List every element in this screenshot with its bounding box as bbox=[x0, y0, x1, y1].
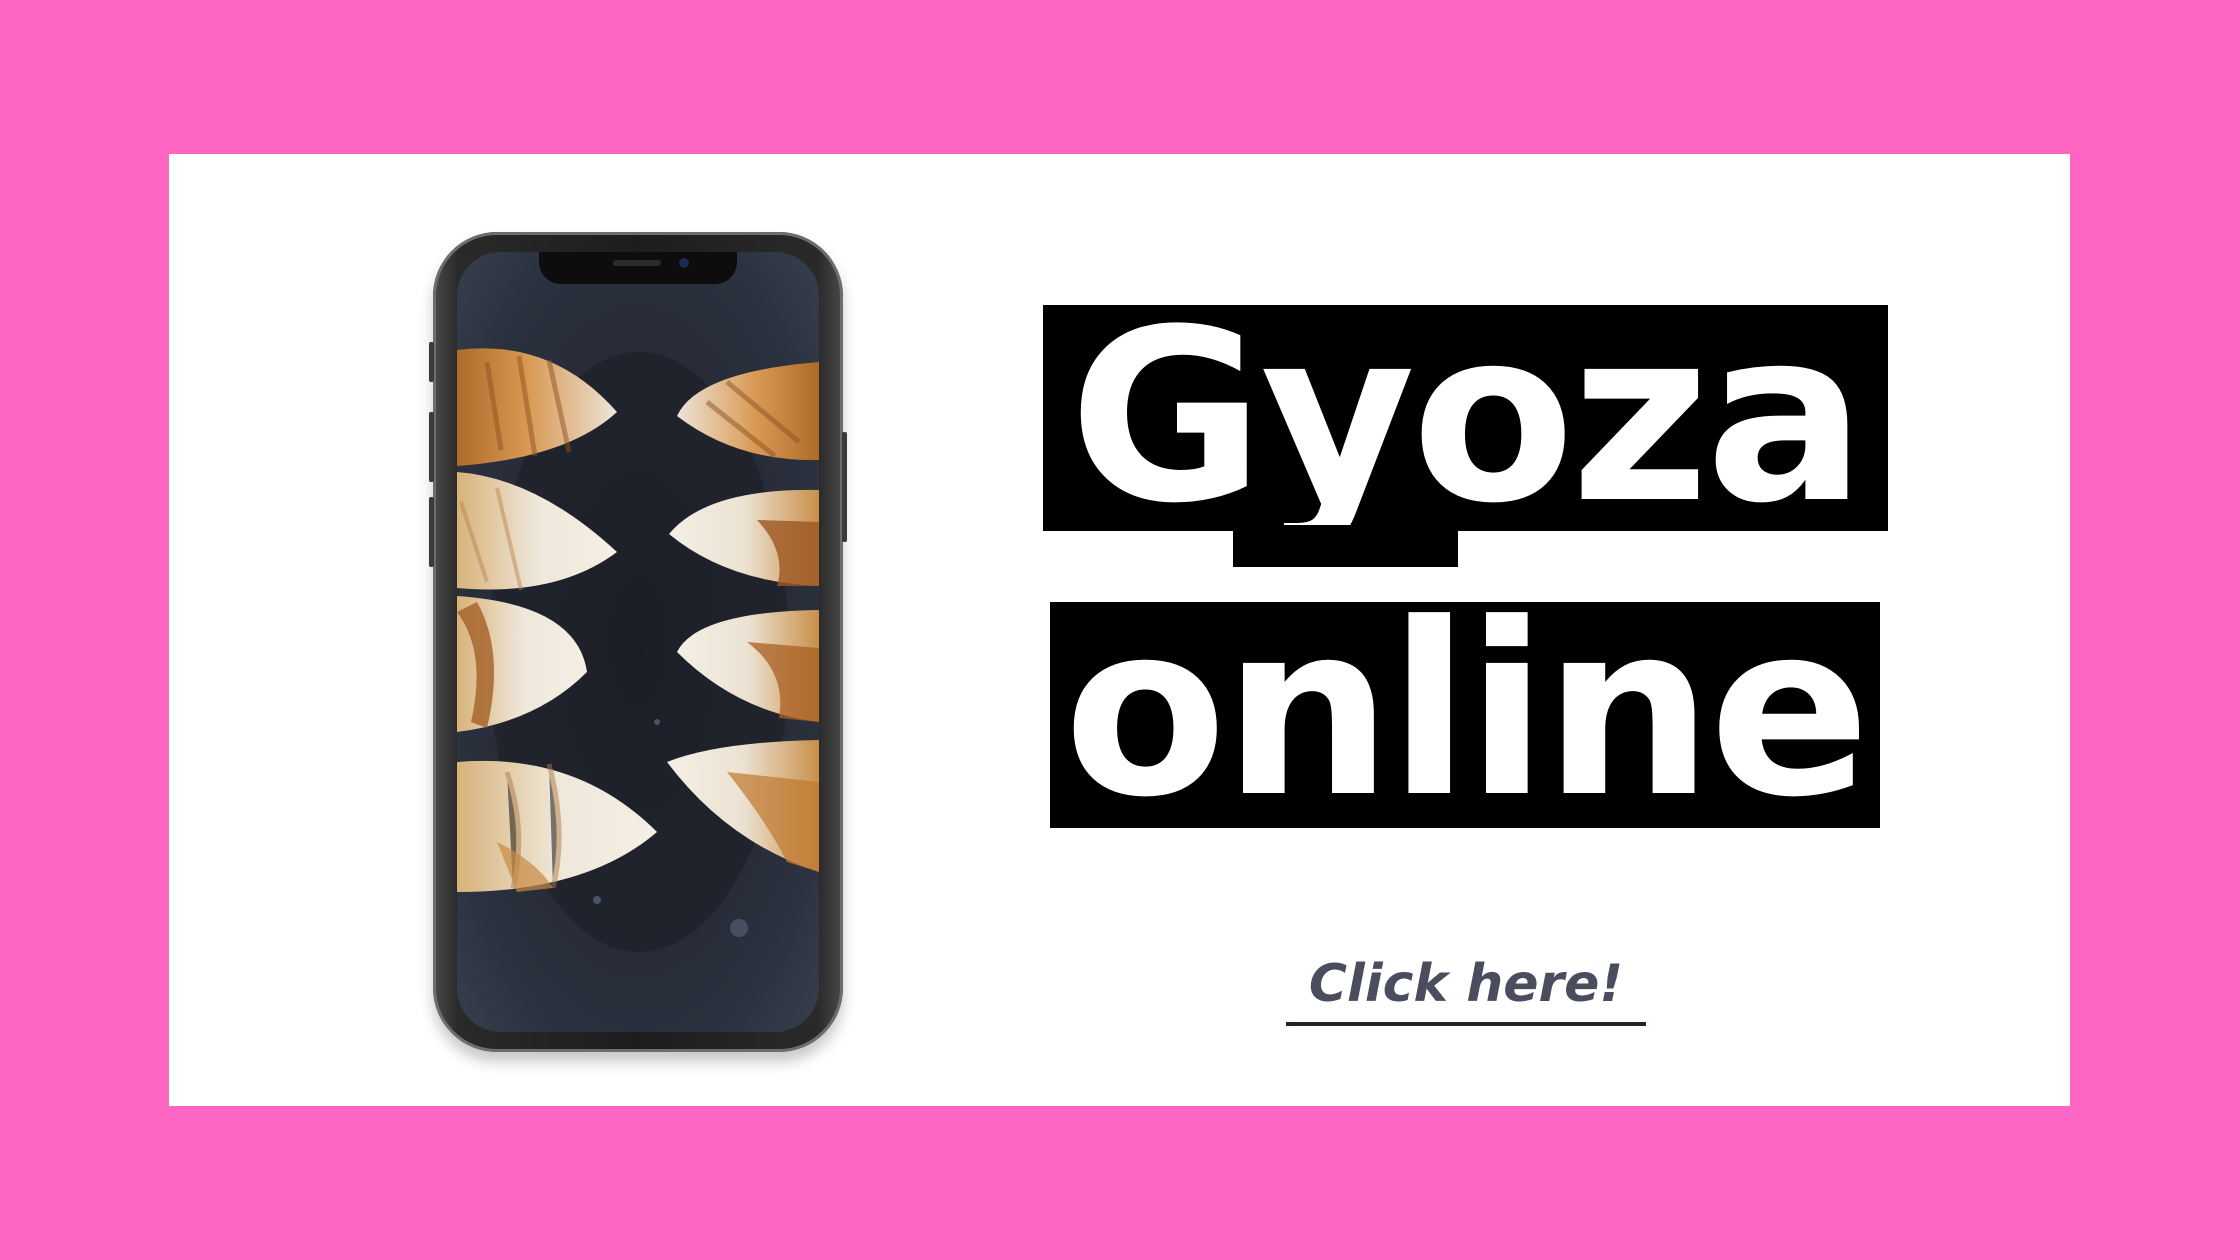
headline-line-2: online bbox=[1050, 593, 1880, 831]
smartphone-mockup bbox=[429, 232, 847, 1052]
phone-volume-up bbox=[429, 412, 434, 482]
phone-notch bbox=[539, 252, 737, 284]
gyoza-dumplings-photo bbox=[457, 252, 819, 1032]
phone-screen bbox=[457, 252, 819, 1032]
headline-highlight-notch bbox=[1233, 525, 1458, 567]
click-here-link[interactable]: Click here! bbox=[1286, 950, 1646, 1026]
phone-volume-down bbox=[429, 497, 434, 567]
headline-text-1: Gyoza bbox=[1068, 279, 1866, 556]
speaker-grille bbox=[613, 260, 661, 266]
front-camera-icon bbox=[679, 258, 689, 268]
headline-text-2: online bbox=[1063, 573, 1871, 850]
phone-power-button bbox=[842, 432, 847, 542]
headline-line-1: Gyoza bbox=[1043, 299, 1888, 567]
phone-mute-switch bbox=[429, 342, 434, 382]
